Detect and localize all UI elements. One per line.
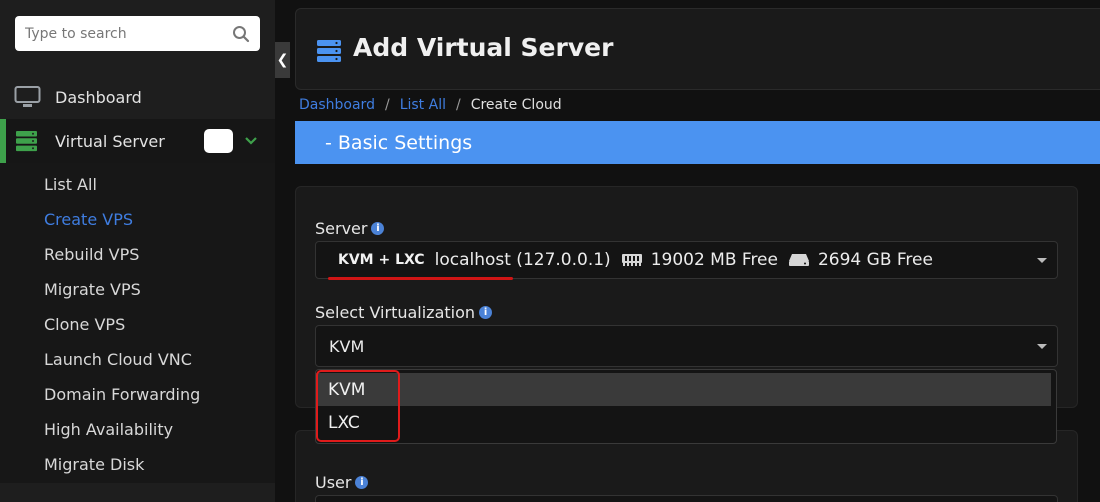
sidebar-item-virtual-server[interactable]: Virtual Server: [0, 119, 275, 163]
breadcrumb: Dashboard / List All / Create Cloud: [299, 97, 562, 113]
breadcrumb-dashboard[interactable]: Dashboard: [299, 97, 375, 113]
ram-free: 19002 MB Free: [650, 250, 778, 270]
page-header: Add Virtual Server: [295, 8, 1100, 90]
submenu-item-migrate-disk[interactable]: Migrate Disk: [44, 455, 144, 474]
count-badge: [204, 129, 233, 153]
option-kvm[interactable]: KVM: [316, 373, 1051, 406]
user-label: User i: [315, 473, 369, 492]
info-icon[interactable]: i: [355, 476, 369, 489]
chevron-left-icon: ❮: [276, 52, 289, 68]
virt-type-tag: KVM + LXC: [338, 252, 425, 268]
server-label: Server i: [315, 219, 385, 238]
virtualization-dropdown-list: KVM LXC: [315, 369, 1057, 444]
monitor-icon: [14, 86, 41, 107]
page-title: Add Virtual Server: [353, 33, 614, 62]
sidebar-item-dashboard[interactable]: Dashboard: [0, 75, 275, 119]
user-select[interactable]: [315, 495, 1058, 502]
submenu-item-domain-forwarding[interactable]: Domain Forwarding: [44, 385, 200, 404]
server-label-text: Server: [315, 219, 368, 238]
server-stack-icon: [317, 40, 341, 62]
submenu-item-migrate-vps[interactable]: Migrate VPS: [44, 280, 141, 299]
ram-icon: [621, 254, 642, 266]
user-label-text: User: [315, 473, 352, 492]
sidebar-item-label: Dashboard: [55, 87, 142, 107]
search-input[interactable]: [25, 25, 232, 42]
server-option: KVM + LXC localhost (127.0.0.1) 19002 MB…: [338, 250, 933, 270]
search-icon[interactable]: [232, 25, 250, 43]
search-box[interactable]: [15, 16, 260, 51]
virtualization-label: Select Virtualization i: [315, 303, 493, 322]
red-box-annotation: [316, 370, 400, 442]
submenu-item-list-all[interactable]: List All: [44, 175, 97, 194]
virtualization-label-text: Select Virtualization: [315, 303, 476, 322]
section-header-basic-settings[interactable]: - Basic Settings: [295, 121, 1100, 164]
caret-down-icon: [1037, 258, 1047, 263]
sidebar: Dashboard Virtual Server List All Create…: [0, 0, 275, 502]
submenu-item-rebuild-vps[interactable]: Rebuild VPS: [44, 245, 139, 264]
submenu-item-launch-cloud-vnc[interactable]: Launch Cloud VNC: [44, 350, 192, 369]
hard-drive-icon: [788, 254, 809, 266]
breadcrumb-separator: /: [455, 97, 461, 113]
caret-down-icon: [1037, 344, 1047, 349]
sidebar-item-label: Virtual Server: [55, 131, 165, 151]
option-lxc[interactable]: LXC: [316, 406, 1051, 439]
info-icon[interactable]: i: [371, 222, 385, 235]
server-select[interactable]: KVM + LXC localhost (127.0.0.1) 19002 MB…: [315, 241, 1058, 280]
submenu-item-clone-vps[interactable]: Clone VPS: [44, 315, 125, 334]
info-icon[interactable]: i: [479, 306, 493, 319]
submenu-item-high-availability[interactable]: High Availability: [44, 420, 173, 439]
sidebar-collapse-button[interactable]: ❮: [275, 42, 290, 78]
chevron-down-icon[interactable]: [243, 133, 259, 149]
virtualization-select[interactable]: KVM: [315, 325, 1058, 367]
disk-free: 2694 GB Free: [817, 250, 933, 270]
breadcrumb-current: Create Cloud: [470, 97, 562, 113]
submenu-item-create-vps[interactable]: Create VPS: [44, 210, 133, 229]
submenu-virtual-server: List All Create VPS Rebuild VPS Migrate …: [0, 163, 275, 483]
breadcrumb-list-all[interactable]: List All: [400, 97, 446, 113]
breadcrumb-separator: /: [384, 97, 390, 113]
server-host: localhost (127.0.0.1): [434, 250, 611, 270]
red-underline-annotation: [328, 277, 513, 280]
server-icon: [16, 131, 37, 152]
virtualization-selected-value: KVM: [329, 337, 365, 356]
